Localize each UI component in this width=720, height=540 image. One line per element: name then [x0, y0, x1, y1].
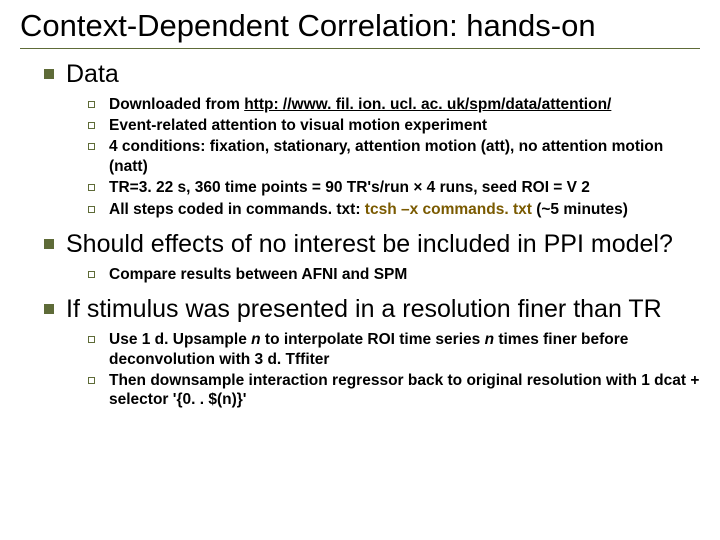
- bullet-hollow-icon: [88, 336, 95, 343]
- bullet-hollow-icon: [88, 122, 95, 129]
- section-heading-ppi: Should effects of no interest be include…: [66, 229, 673, 259]
- list-item: TR=3. 22 s, 360 time points = 90 TR's/ru…: [109, 178, 590, 197]
- bullet-hollow-icon: [88, 271, 95, 278]
- bullet-square-icon: [44, 239, 54, 249]
- bullet-square-icon: [44, 304, 54, 314]
- list-item: Downloaded from http: //www. fil. ion. u…: [109, 95, 611, 114]
- bullet-hollow-icon: [88, 206, 95, 213]
- bullet-hollow-icon: [88, 377, 95, 384]
- content-list: Data Downloaded from http: //www. fil. i…: [20, 59, 700, 410]
- list-item: Compare results between AFNI and SPM: [109, 265, 407, 284]
- list-item: All steps coded in commands. txt: tcsh –…: [109, 200, 628, 219]
- bullet-hollow-icon: [88, 184, 95, 191]
- bullet-hollow-icon: [88, 143, 95, 150]
- section-heading-data: Data: [66, 59, 119, 89]
- download-link[interactable]: http: //www. fil. ion. ucl. ac. uk/spm/d…: [244, 96, 611, 113]
- bullet-hollow-icon: [88, 101, 95, 108]
- list-item: Then downsample interaction regressor ba…: [109, 371, 700, 410]
- list-item: Use 1 d. Upsample n to interpolate ROI t…: [109, 330, 700, 369]
- list-item: Event-related attention to visual motion…: [109, 116, 487, 135]
- list-item: 4 conditions: fixation, stationary, atte…: [109, 137, 700, 176]
- bullet-square-icon: [44, 69, 54, 79]
- section-heading-stim: If stimulus was presented in a resolutio…: [66, 294, 662, 324]
- slide-title: Context-Dependent Correlation: hands-on: [20, 8, 700, 44]
